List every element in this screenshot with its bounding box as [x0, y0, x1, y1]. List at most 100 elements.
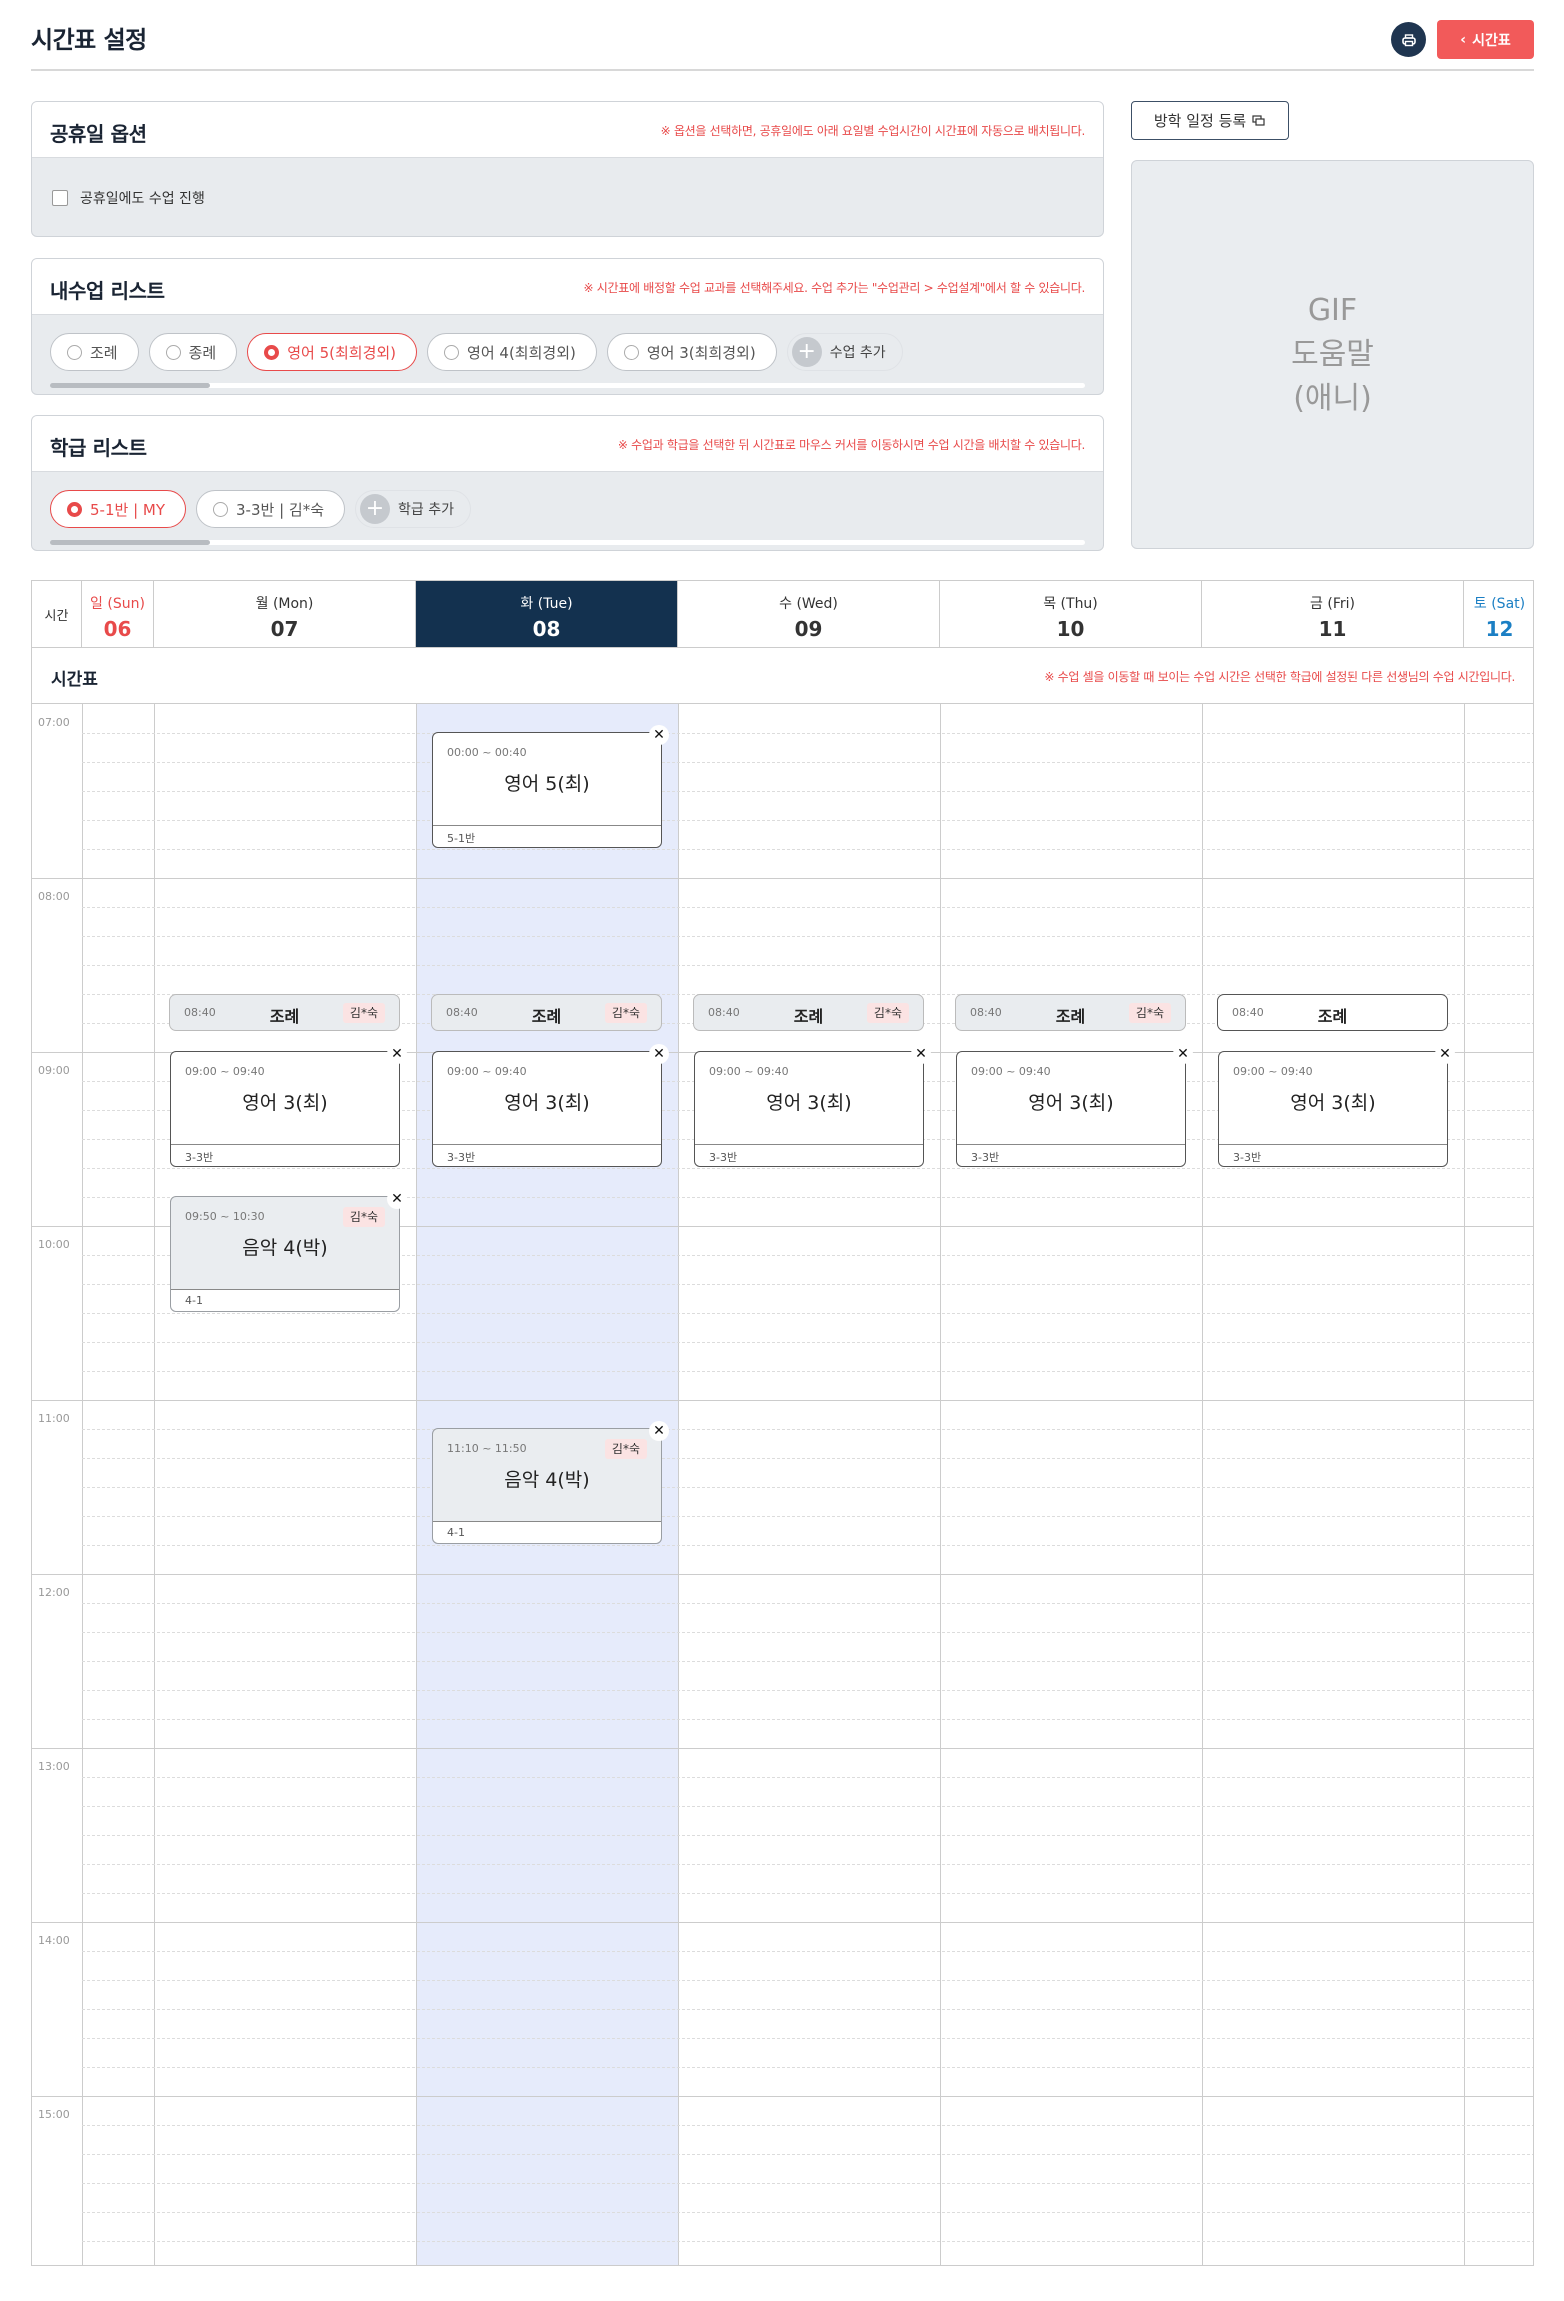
- day-column-divider: [940, 704, 941, 2265]
- print-button[interactable]: [1391, 22, 1426, 57]
- close-icon[interactable]: ✕: [649, 1421, 669, 1441]
- grade-list-panel: 학급 리스트 ※ 수업과 학급을 선택한 뒤 시간표로 마우스 커서를 이동하시…: [31, 415, 1104, 551]
- close-icon[interactable]: ✕: [649, 1044, 669, 1064]
- scroll-thumb[interactable]: [50, 540, 210, 545]
- slot-gridline: [82, 1661, 1533, 1662]
- slot-gridline: [82, 2009, 1533, 2010]
- event-fri-jorye[interactable]: 조례 08:40: [1217, 994, 1448, 1031]
- day-column-divider: [1464, 704, 1465, 2265]
- class-chip-jorye[interactable]: 조례: [50, 333, 139, 371]
- add-grade-button[interactable]: + 학급 추가: [355, 490, 471, 528]
- day-column-divider: [82, 704, 83, 2265]
- slot-gridline: [82, 1458, 1533, 1459]
- grade-chip-5-1[interactable]: 5-1반 | MY: [50, 490, 186, 528]
- grade-list-scrollbar[interactable]: [50, 540, 1085, 545]
- event-wed-english3[interactable]: 09:00 ~ 09:40 영어 3(최) 3-3반 ✕: [694, 1044, 931, 1167]
- day-header-mon[interactable]: 월 (Mon) 07: [154, 581, 416, 648]
- close-icon[interactable]: ✕: [911, 1044, 931, 1064]
- event-time: 09:00 ~ 09:40: [971, 1065, 1051, 1078]
- event-tue-jorye[interactable]: 조례 08:40 김*숙: [431, 994, 662, 1031]
- radio-selected-icon: [67, 501, 82, 517]
- slot-gridline: [82, 2212, 1533, 2213]
- vacation-schedule-button[interactable]: 방학 일정 등록: [1131, 101, 1289, 140]
- class-chip-english5[interactable]: 영어 5(최희경외): [247, 333, 418, 371]
- day-header-tue[interactable]: 화 (Tue) 08: [416, 581, 678, 648]
- close-icon[interactable]: ✕: [387, 1189, 407, 1209]
- day-name: 월 (Mon): [255, 596, 314, 612]
- day-header-fri[interactable]: 금 (Fri) 11: [1202, 581, 1464, 648]
- hour-label: 14:00: [38, 1934, 70, 1947]
- timetable-note: ※ 수업 셀을 이동할 때 보이는 수업 시간은 선택한 학급에 설정된 다른 …: [1044, 670, 1515, 684]
- event-tue-english3[interactable]: 09:00 ~ 09:40 영어 3(최) 3-3반 ✕: [432, 1044, 669, 1167]
- title-divider: [31, 69, 1534, 71]
- day-name: 토 (Sat): [1473, 596, 1526, 612]
- timetable-grid[interactable]: 07:00 08:00 09:00 10:00 11:00 12:00 13:0…: [32, 704, 1533, 2265]
- scroll-thumb[interactable]: [50, 383, 210, 388]
- event-time: 08:40: [1232, 1006, 1264, 1019]
- class-list-scrollbar[interactable]: [50, 383, 1085, 388]
- radio-selected-icon: [264, 344, 280, 360]
- event-mon-music4[interactable]: 09:50 ~ 10:30 김*숙 음악 4(박) 4-1 ✕: [170, 1189, 407, 1312]
- slot-gridline: [82, 936, 1533, 937]
- day-name: 일 (Sun): [90, 596, 145, 612]
- event-fri-english3[interactable]: 09:00 ~ 09:40 영어 3(최) 3-3반 ✕: [1218, 1044, 1455, 1167]
- back-to-timetable-button[interactable]: ‹ 시간표: [1437, 20, 1534, 59]
- day-header-thu[interactable]: 목 (Thu) 10: [940, 581, 1202, 648]
- event-wed-jorye[interactable]: 조례 08:40 김*숙: [693, 994, 924, 1031]
- event-thu-jorye[interactable]: 조례 08:40 김*숙: [955, 994, 1186, 1031]
- event-tue-english5[interactable]: 00:00 ~ 00:40 영어 5(최) 5-1반 ✕: [432, 725, 669, 848]
- day-name: 화 (Tue): [520, 596, 573, 612]
- hour-gridline: [32, 2096, 1533, 2097]
- slot-gridline: [82, 1487, 1533, 1488]
- slot-gridline: [82, 762, 1533, 763]
- plus-icon: +: [360, 494, 390, 524]
- slot-gridline: [82, 733, 1533, 734]
- hour-label: 13:00: [38, 1760, 70, 1773]
- event-time: 09:00 ~ 09:40: [185, 1065, 265, 1078]
- chip-label: 영어 4(최희경외): [467, 343, 576, 362]
- close-icon[interactable]: ✕: [1435, 1044, 1455, 1064]
- class-chip-english4[interactable]: 영어 4(최희경외): [427, 333, 597, 371]
- close-icon[interactable]: ✕: [387, 1044, 407, 1064]
- day-name: 목 (Thu): [1043, 596, 1098, 612]
- teacher-badge: 김*숙: [342, 1207, 385, 1227]
- holiday-class-checkbox[interactable]: [52, 190, 68, 206]
- event-time: 08:40: [708, 1006, 740, 1019]
- chip-label: 조례: [90, 343, 118, 362]
- day-header-wed[interactable]: 수 (Wed) 09: [678, 581, 940, 648]
- day-number: 06: [103, 617, 132, 641]
- chip-label: 종례: [188, 343, 217, 362]
- day-number: 08: [532, 617, 561, 641]
- hour-gridline: [32, 878, 1533, 879]
- event-class: 4-1: [433, 1521, 661, 1543]
- day-header-sun[interactable]: 일 (Sun) 06: [82, 581, 154, 648]
- event-time: 08:40: [446, 1006, 478, 1019]
- add-class-button[interactable]: + 수업 추가: [786, 333, 903, 371]
- event-mon-jorye[interactable]: 조례 08:40 김*숙: [169, 994, 400, 1031]
- close-icon[interactable]: ✕: [1173, 1044, 1193, 1064]
- slot-gridline: [82, 1603, 1533, 1604]
- week-calendar: 시간 일 (Sun) 06 월 (Mon) 07 화 (Tue) 08 수 (Wed)…: [31, 580, 1534, 2266]
- hour-label: 07:00: [38, 716, 70, 729]
- event-time: 09:00 ~ 09:40: [1233, 1065, 1313, 1078]
- slot-gridline: [82, 907, 1533, 908]
- event-title: 영어 3(최): [1028, 1092, 1114, 1114]
- vacation-button-label: 방학 일정 등록: [1153, 112, 1247, 130]
- close-icon[interactable]: ✕: [649, 725, 669, 745]
- event-mon-english3[interactable]: 09:00 ~ 09:40 영어 3(최) 3-3반 ✕: [170, 1044, 407, 1167]
- event-tue-music4[interactable]: 11:10 ~ 11:50 김*숙 음악 4(박) 4-1 ✕: [432, 1421, 669, 1544]
- radio-icon: [213, 501, 228, 517]
- timetable-title: 시간표: [51, 670, 98, 690]
- gif-help-placeholder: GIF 도움말 (애니): [1131, 160, 1534, 549]
- class-chip-english3[interactable]: 영어 3(최희경외): [606, 333, 777, 371]
- hour-label: 10:00: [38, 1238, 70, 1251]
- grade-chip-3-3[interactable]: 3-3반 | 김*숙: [196, 490, 345, 528]
- day-header-sat[interactable]: 토 (Sat) 12: [1464, 581, 1533, 648]
- event-thu-english3[interactable]: 09:00 ~ 09:40 영어 3(최) 3-3반 ✕: [956, 1044, 1193, 1167]
- class-chip-jongrye[interactable]: 종례: [148, 333, 238, 371]
- slot-gridline: [82, 1342, 1533, 1343]
- holiday-class-checkbox-row[interactable]: 공휴일에도 수업 진행: [52, 188, 205, 208]
- slot-gridline: [82, 1429, 1533, 1430]
- chip-label: 영어 3(최희경외): [646, 343, 756, 362]
- slot-gridline: [82, 1980, 1533, 1981]
